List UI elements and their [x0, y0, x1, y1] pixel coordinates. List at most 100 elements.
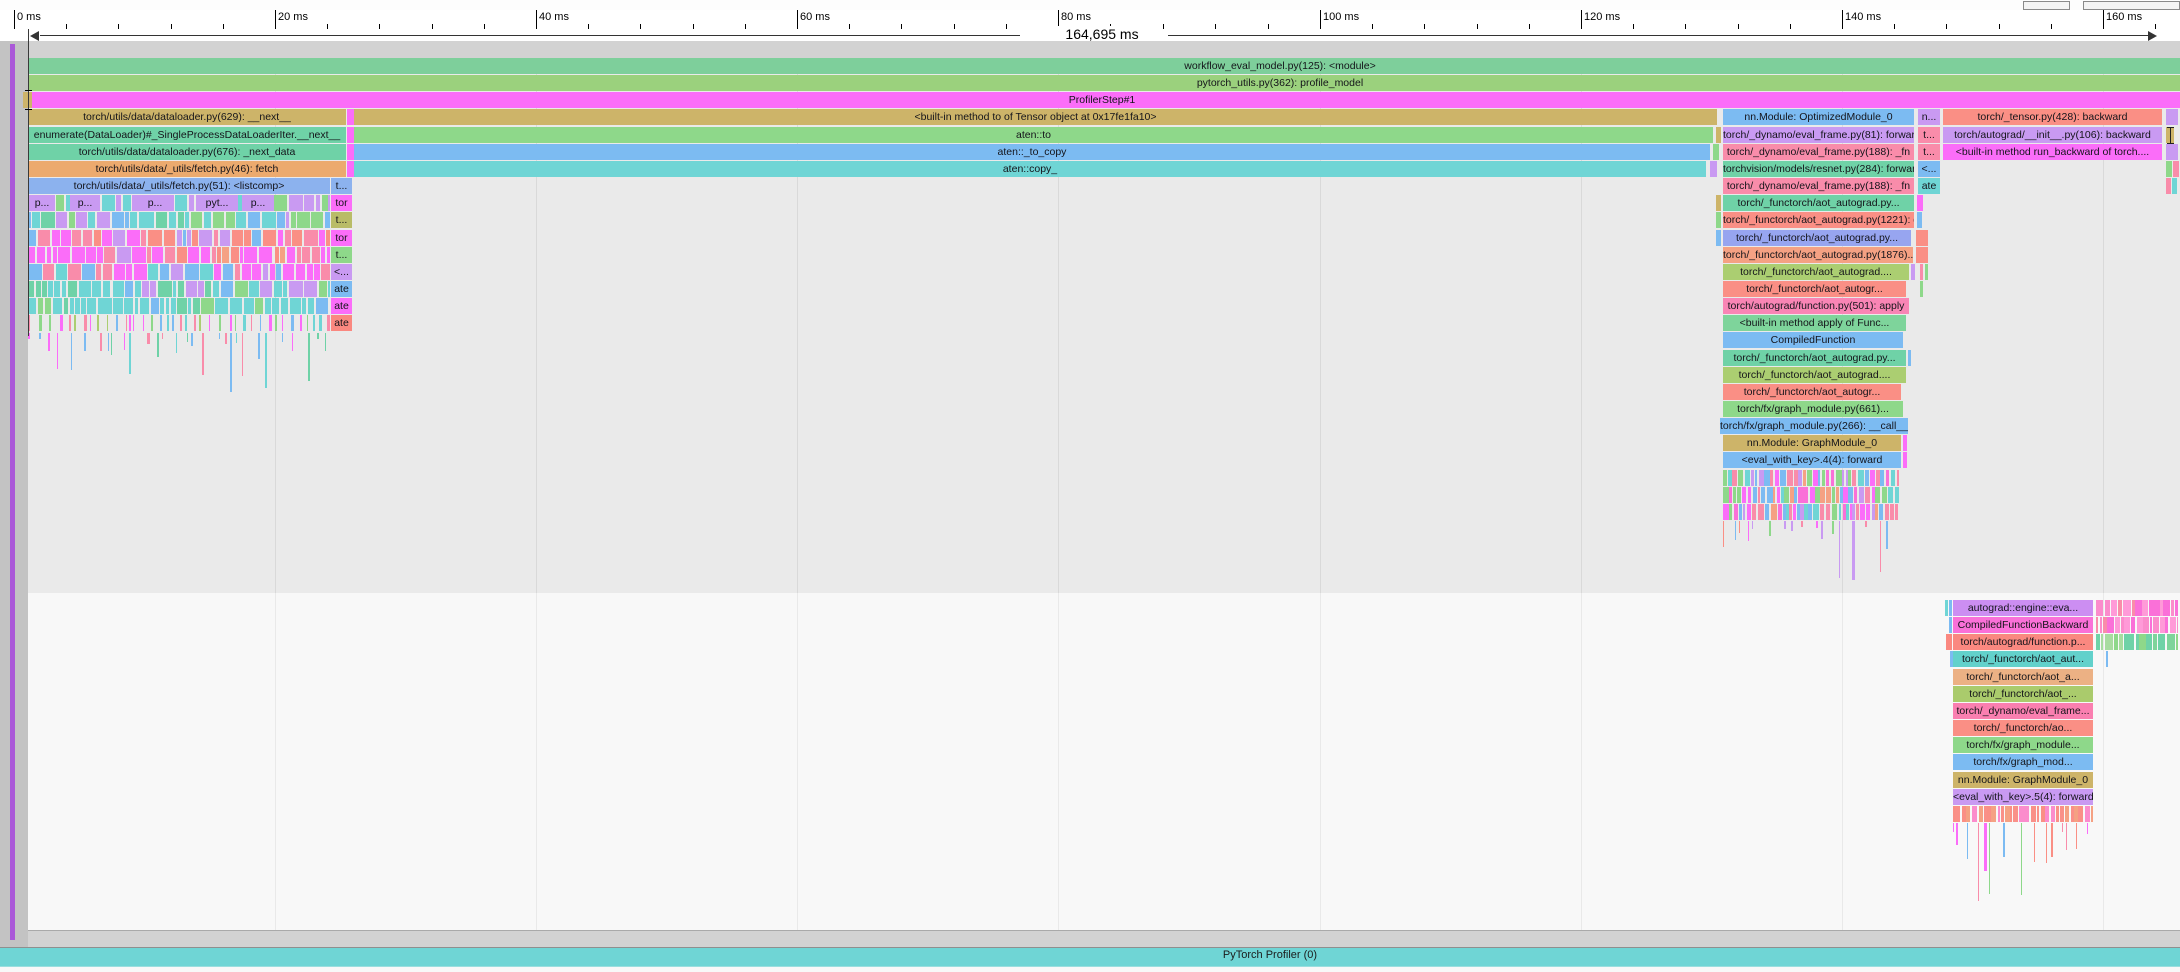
flame-bar[interactable]: aten::copy_: [354, 161, 1706, 177]
flame-microbar[interactable]: [1885, 504, 1889, 520]
flame-microbar[interactable]: [1738, 470, 1743, 486]
flame-microbar[interactable]: [75, 298, 80, 314]
flame-microbar[interactable]: [1737, 487, 1741, 503]
flame-microbar[interactable]: [2171, 600, 2174, 616]
flame-microbar[interactable]: [32, 212, 40, 228]
flame-microbar[interactable]: [82, 264, 95, 280]
flame-microbar[interactable]: [188, 298, 191, 314]
flame-microbar[interactable]: [273, 195, 287, 211]
flame-microbar[interactable]: [126, 315, 127, 331]
flame-bar[interactable]: t...: [331, 247, 352, 263]
flame-microbar[interactable]: [188, 247, 192, 263]
flame-sliver[interactable]: [1716, 212, 1721, 228]
flame-spike[interactable]: [202, 333, 204, 375]
flame-spike[interactable]: [225, 333, 227, 344]
flame-microbar[interactable]: [178, 281, 184, 297]
flame-microbar[interactable]: [2060, 806, 2064, 822]
flame-microbar[interactable]: [2111, 600, 2117, 616]
flame-bar[interactable]: pyt...: [196, 195, 238, 211]
flame-spike[interactable]: [84, 333, 86, 351]
flame-bar[interactable]: ate: [1918, 178, 1940, 194]
flame-microbar[interactable]: [231, 247, 239, 263]
flame-spike[interactable]: [2046, 823, 2047, 863]
flame-bar[interactable]: torch/_functorch/aot_autograd.py...: [1723, 350, 1906, 366]
flame-microbar[interactable]: [1723, 487, 1729, 503]
flame-microbar[interactable]: [123, 195, 131, 211]
flame-sliver[interactable]: [1716, 127, 1721, 143]
flame-microbar[interactable]: [213, 281, 219, 297]
flame-microbar[interactable]: [2167, 634, 2175, 650]
flame-bar[interactable]: t...: [331, 178, 352, 194]
flame-microbar[interactable]: [1752, 504, 1756, 520]
flame-microbar[interactable]: [2107, 617, 2114, 633]
flame-microbar[interactable]: [291, 315, 294, 331]
flame-bar[interactable]: ate: [331, 281, 352, 297]
selection-marker-right[interactable]: [2170, 127, 2171, 144]
flame-microbar[interactable]: [2041, 806, 2045, 822]
flame-microbar[interactable]: [172, 315, 174, 331]
flame-microbar[interactable]: [125, 281, 133, 297]
flame-microbar[interactable]: [1966, 806, 1970, 822]
flame-microbar[interactable]: [319, 315, 322, 331]
top-scrollbar-thumb[interactable]: [2083, 1, 2180, 10]
flame-microbar[interactable]: [276, 264, 281, 280]
flame-bar[interactable]: torch/_functorch/aot_autograd.py(1221): …: [1723, 212, 1914, 228]
flame-microbar[interactable]: [1778, 504, 1782, 520]
flame-microbar[interactable]: [76, 212, 87, 228]
flame-microbar[interactable]: [1886, 470, 1889, 486]
flame-microbar[interactable]: [277, 212, 285, 228]
flame-microbar[interactable]: [308, 298, 314, 314]
flame-microbar[interactable]: [300, 315, 302, 331]
flame-bar[interactable]: nn.Module: GraphModule_0: [1953, 772, 2093, 788]
flame-microbar[interactable]: [214, 230, 218, 246]
flame-microbar[interactable]: [236, 212, 246, 228]
top-scrollbar-thumb[interactable]: [2023, 1, 2070, 10]
flame-spike[interactable]: [1852, 521, 1855, 580]
flame-microbar[interactable]: [70, 298, 74, 314]
flame-microbar[interactable]: [327, 315, 330, 331]
flame-microbar[interactable]: [92, 281, 101, 297]
flame-bar[interactable]: autograd::engine::eva...: [1953, 600, 2093, 616]
flame-microbar[interactable]: [327, 247, 330, 263]
flame-microbar[interactable]: [97, 315, 99, 331]
flame-microbar[interactable]: [38, 298, 43, 314]
flame-microbar[interactable]: [68, 264, 81, 280]
flame-microbar[interactable]: [141, 230, 146, 246]
flame-sliver[interactable]: [1903, 435, 1907, 451]
flame-microbar[interactable]: [167, 315, 169, 331]
flame-microbar[interactable]: [2176, 634, 2178, 650]
flame-microbar[interactable]: [326, 230, 330, 246]
flame-microbar[interactable]: [2019, 806, 2025, 822]
flame-microbar[interactable]: [1822, 470, 1825, 486]
flame-sliver[interactable]: [1946, 634, 1952, 650]
flame-spike[interactable]: [57, 333, 58, 369]
flame-microbar[interactable]: [39, 315, 42, 331]
flame-spike[interactable]: [1769, 521, 1771, 536]
flame-bar[interactable]: tor: [331, 230, 352, 246]
flame-microbar[interactable]: [1794, 487, 1797, 503]
flame-spike[interactable]: [187, 333, 188, 342]
flame-bar[interactable]: torch/autograd/function.py(501): apply: [1723, 298, 1909, 314]
flame-sliver[interactable]: [347, 144, 354, 160]
flame-spike[interactable]: [2062, 823, 2063, 832]
flame-spike[interactable]: [108, 333, 109, 351]
flame-microbar[interactable]: [1743, 504, 1745, 520]
flame-microbar[interactable]: [296, 264, 305, 280]
flame-microbar[interactable]: [221, 281, 233, 297]
flame-spike[interactable]: [1816, 521, 1818, 528]
flame-microbar[interactable]: [325, 212, 330, 228]
flame-microbar[interactable]: [169, 212, 176, 228]
flame-bar[interactable]: torch/_functorch/aot_autogr...: [1723, 281, 1906, 297]
flame-microbar[interactable]: [1753, 487, 1757, 503]
flame-microbar[interactable]: [275, 247, 279, 263]
flame-sliver[interactable]: [2106, 651, 2108, 667]
flame-microbar[interactable]: [2005, 806, 2010, 822]
flame-microbar[interactable]: [36, 281, 41, 297]
flame-microbar[interactable]: [114, 264, 125, 280]
flame-bar[interactable]: p...: [242, 195, 274, 211]
flame-microbar[interactable]: [2160, 617, 2165, 633]
flame-microbar[interactable]: [226, 212, 235, 228]
flame-bar[interactable]: torch/_functorch/aot_a...: [1953, 669, 2093, 685]
flame-spike[interactable]: [1886, 521, 1888, 549]
flame-microbar[interactable]: [278, 230, 283, 246]
